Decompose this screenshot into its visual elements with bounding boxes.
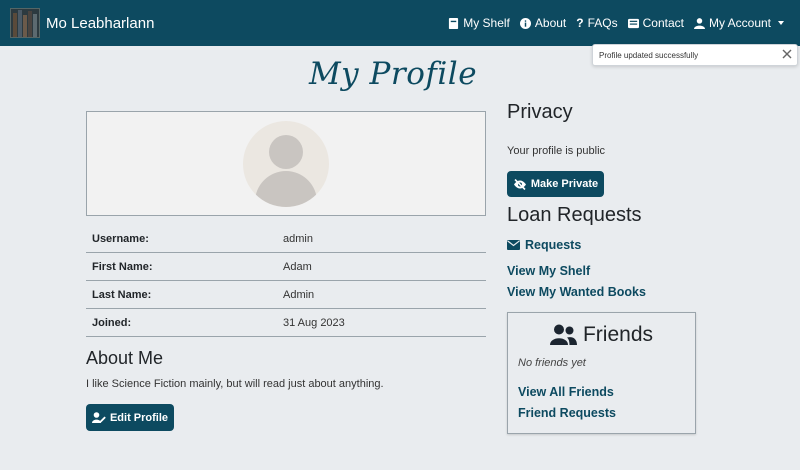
- privacy-status: Your profile is public: [507, 145, 606, 157]
- last-name-value: Admin: [283, 288, 315, 301]
- joined-value: 31 Aug 2023: [283, 316, 345, 329]
- username-value: admin: [283, 232, 313, 245]
- friends-header: Friends: [508, 323, 695, 347]
- page-title: My Profile: [308, 56, 478, 92]
- nav-my-account-label: My Account: [708, 16, 771, 30]
- loan-requests-heading: Loan Requests: [507, 204, 642, 226]
- privacy-heading: Privacy: [507, 101, 573, 123]
- question-icon: ?: [576, 16, 584, 30]
- user-icon: [693, 17, 705, 29]
- avatar-card: [86, 111, 486, 216]
- shelf-icon: [449, 17, 459, 29]
- friend-requests-link[interactable]: Friend Requests: [518, 406, 616, 420]
- edit-profile-button[interactable]: Edit Profile: [86, 404, 174, 431]
- view-wanted-books-link[interactable]: View My Wanted Books: [507, 285, 646, 299]
- joined-label: Joined:: [92, 316, 132, 329]
- nav-faqs[interactable]: ? FAQs: [576, 16, 617, 30]
- first-name-value: Adam: [283, 260, 312, 273]
- about-heading: About Me: [86, 348, 164, 368]
- nav-faqs-label: FAQs: [587, 16, 618, 30]
- contact-icon: [627, 18, 639, 28]
- view-all-friends-link[interactable]: View All Friends: [518, 385, 614, 399]
- envelope-icon: [507, 240, 520, 250]
- about-text: I like Science Fiction mainly, but will …: [86, 378, 384, 390]
- users-icon: [549, 324, 577, 345]
- nav-my-account[interactable]: My Account: [693, 16, 784, 30]
- avatar: [243, 120, 329, 207]
- make-private-label: Make Private: [530, 178, 599, 190]
- friends-card: Friends No friends yet View All Friends …: [507, 312, 696, 434]
- table-row: First Name: Adam: [86, 253, 486, 281]
- chevron-down-icon: [778, 21, 784, 25]
- nav-my-shelf[interactable]: My Shelf: [448, 16, 510, 30]
- table-row: Joined: 31 Aug 2023: [86, 309, 486, 337]
- table-row: Last Name: Admin: [86, 281, 486, 309]
- last-name-label: Last Name:: [92, 288, 152, 301]
- friends-heading: Friends: [582, 323, 654, 346]
- brand-link[interactable]: Mo Leabharlann: [10, 8, 154, 38]
- requests-label: Requests: [525, 238, 582, 252]
- navbar: Mo Leabharlann My Shelf About ? FAQs Con…: [0, 0, 800, 46]
- view-my-shelf-link[interactable]: View My Shelf: [507, 264, 590, 278]
- nav-about[interactable]: About: [519, 16, 567, 30]
- library-logo-icon: [10, 8, 40, 38]
- user-edit-icon: [91, 412, 106, 423]
- username-label: Username:: [92, 232, 149, 245]
- nav-about-label: About: [534, 16, 567, 30]
- info-icon: [519, 17, 531, 29]
- profile-info-table: Username: admin First Name: Adam Last Na…: [86, 225, 486, 337]
- nav-contact[interactable]: Contact: [627, 16, 684, 30]
- no-friends-text: No friends yet: [518, 357, 586, 369]
- edit-profile-label: Edit Profile: [109, 411, 169, 424]
- nav-my-shelf-label: My Shelf: [463, 16, 510, 30]
- brand-title: Mo Leabharlann: [46, 14, 155, 32]
- table-row: Username: admin: [86, 225, 486, 253]
- first-name-label: First Name:: [92, 260, 153, 273]
- make-private-button[interactable]: Make Private: [507, 171, 604, 197]
- eye-slash-icon: [513, 178, 526, 190]
- requests-link[interactable]: Requests: [507, 238, 581, 252]
- nav-contact-label: Contact: [642, 16, 684, 30]
